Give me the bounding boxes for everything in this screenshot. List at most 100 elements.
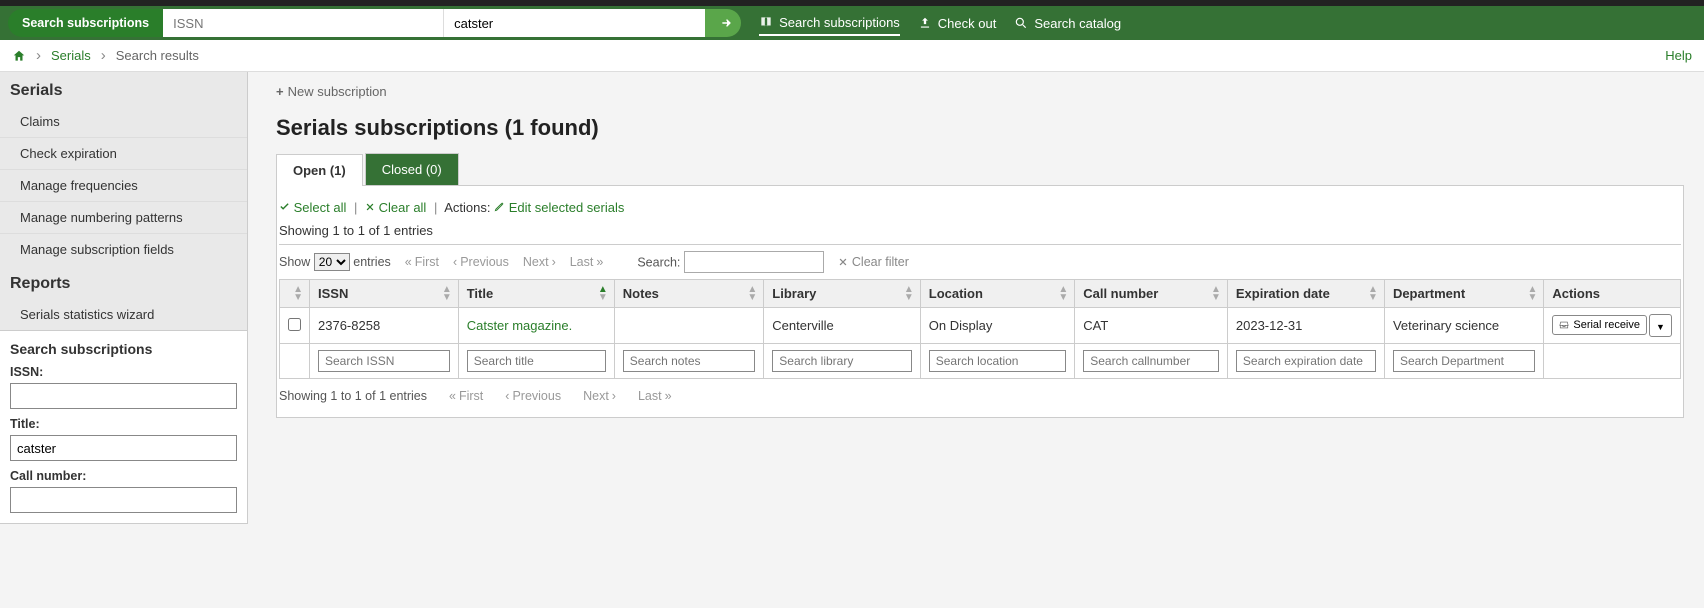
filter-notes[interactable] xyxy=(623,350,756,372)
sidebar-heading-serials: Serials xyxy=(0,72,247,106)
sidebar-item-manage-frequencies[interactable]: Manage frequencies xyxy=(0,169,247,201)
result-tabs: Open (1) Closed (0) xyxy=(276,153,1684,186)
filter-expiration[interactable] xyxy=(1236,350,1376,372)
clear-filter-button[interactable]: Clear filter xyxy=(838,255,909,269)
chevron-right-icon: › xyxy=(101,47,106,64)
filter-library[interactable] xyxy=(772,350,911,372)
filter-location[interactable] xyxy=(929,350,1066,372)
cell-library: Centerville xyxy=(764,308,920,344)
col-call-number[interactable]: Call number▲▼ xyxy=(1075,280,1228,308)
filter-title[interactable] xyxy=(467,350,606,372)
showing-entries-bottom: Showing 1 to 1 of 1 entries xyxy=(279,389,427,403)
prev-page-button-bottom[interactable]: ‹Previous xyxy=(505,389,561,403)
col-actions: Actions xyxy=(1544,280,1681,308)
chevron-right-icon: › xyxy=(36,47,41,64)
tab-closed[interactable]: Closed (0) xyxy=(365,153,459,185)
nav-search-subscriptions[interactable]: Search subscriptions xyxy=(759,11,900,36)
cell-location: On Display xyxy=(920,308,1074,344)
bulk-actions-line: Select all | Clear all | Actions: Edit s… xyxy=(279,196,1681,223)
top-search-bar: Search subscriptions Search subscription… xyxy=(0,6,1704,40)
serial-receive-button[interactable]: Serial receive xyxy=(1552,315,1647,335)
prev-page-button[interactable]: ‹Previous xyxy=(453,255,509,269)
sidebar-callno-input[interactable] xyxy=(10,487,237,513)
caret-down-icon: ▼ xyxy=(1656,322,1665,332)
next-page-button-bottom[interactable]: Next› xyxy=(583,389,616,403)
table-controls-bottom: Showing 1 to 1 of 1 entries «First ‹Prev… xyxy=(279,379,1681,403)
first-page-button-bottom[interactable]: «First xyxy=(449,389,483,403)
table-controls-top: Show 20 entries «First ‹Previous Next› L… xyxy=(279,244,1681,279)
col-issn[interactable]: ISSN▲▼ xyxy=(310,280,459,308)
last-page-button[interactable]: Last» xyxy=(570,255,604,269)
next-page-button[interactable]: Next› xyxy=(523,255,556,269)
filter-department[interactable] xyxy=(1393,350,1535,372)
main-content: + New subscription Serials subscriptions… xyxy=(248,72,1704,524)
cell-issn: 2376-8258 xyxy=(310,308,459,344)
x-icon xyxy=(365,202,375,212)
chevrons-right-icon: » xyxy=(665,389,672,403)
cell-title-link[interactable]: Catster magazine. xyxy=(467,318,573,333)
submit-search-button[interactable] xyxy=(705,9,741,37)
showing-entries-top: Showing 1 to 1 of 1 entries xyxy=(279,223,1681,244)
chevron-left-icon: ‹ xyxy=(505,389,509,403)
title-label: Title: xyxy=(10,417,237,431)
sidebar-item-claims[interactable]: Claims xyxy=(0,106,247,137)
chevron-left-icon: ‹ xyxy=(453,255,457,269)
page-title: Serials subscriptions (1 found) xyxy=(276,115,1684,141)
col-notes[interactable]: Notes▲▼ xyxy=(614,280,764,308)
breadcrumb-home[interactable] xyxy=(12,49,26,63)
nav-search-catalog[interactable]: Search catalog xyxy=(1014,12,1121,35)
upload-icon xyxy=(918,16,932,30)
sidebar: Serials Claims Check expiration Manage f… xyxy=(0,72,248,524)
cell-call-number: CAT xyxy=(1075,308,1228,344)
inbox-icon xyxy=(1559,320,1569,330)
sidebar-item-manage-numbering[interactable]: Manage numbering patterns xyxy=(0,201,247,233)
col-library[interactable]: Library▲▼ xyxy=(764,280,920,308)
sidebar-title-input[interactable] xyxy=(10,435,237,461)
tab-open[interactable]: Open (1) xyxy=(276,154,363,186)
sidebar-search-heading: Search subscriptions xyxy=(10,341,237,357)
filter-issn[interactable] xyxy=(318,350,450,372)
nav-check-out[interactable]: Check out xyxy=(918,12,997,35)
search-icon xyxy=(1014,16,1028,30)
cell-department: Veterinary science xyxy=(1384,308,1543,344)
check-icon xyxy=(279,201,290,212)
title-search-input[interactable] xyxy=(443,9,723,37)
subscription-search-group: Search subscriptions xyxy=(8,9,741,37)
search-mode-label: Search subscriptions xyxy=(8,9,163,37)
clear-all-link[interactable]: Clear all xyxy=(379,200,427,215)
table-row: 2376-8258 Catster magazine. Centerville … xyxy=(280,308,1681,344)
col-location[interactable]: Location▲▼ xyxy=(920,280,1074,308)
plus-icon: + xyxy=(276,84,284,99)
action-dropdown-toggle[interactable]: ▼ xyxy=(1649,314,1672,337)
filter-call-number[interactable] xyxy=(1083,350,1219,372)
issn-search-input[interactable] xyxy=(163,9,443,37)
breadcrumb-serials[interactable]: Serials xyxy=(51,48,91,63)
cell-notes xyxy=(614,308,764,344)
last-page-button-bottom[interactable]: Last» xyxy=(638,389,672,403)
pencil-icon xyxy=(494,201,505,212)
first-page-button[interactable]: «First xyxy=(405,255,439,269)
issn-label: ISSN: xyxy=(10,365,237,379)
sidebar-issn-input[interactable] xyxy=(10,383,237,409)
filter-row xyxy=(280,344,1681,379)
book-icon xyxy=(759,15,773,29)
table-search-input[interactable] xyxy=(684,251,824,273)
row-checkbox[interactable] xyxy=(288,318,301,331)
edit-selected-link[interactable]: Edit selected serials xyxy=(509,200,625,215)
sidebar-item-manage-sub-fields[interactable]: Manage subscription fields xyxy=(0,233,247,265)
col-expiration[interactable]: Expiration date▲▼ xyxy=(1227,280,1384,308)
sidebar-item-check-expiration[interactable]: Check expiration xyxy=(0,137,247,169)
col-department[interactable]: Department▲▼ xyxy=(1384,280,1543,308)
select-all-link[interactable]: Select all xyxy=(294,200,347,215)
chevrons-left-icon: « xyxy=(405,255,412,269)
chevrons-right-icon: » xyxy=(596,255,603,269)
actions-label: Actions: xyxy=(444,200,490,215)
sidebar-item-stats-wizard[interactable]: Serials statistics wizard xyxy=(0,299,247,330)
chevrons-left-icon: « xyxy=(449,389,456,403)
new-subscription-button[interactable]: + New subscription xyxy=(276,84,387,99)
help-link[interactable]: Help xyxy=(1665,48,1692,63)
callno-label: Call number: xyxy=(10,469,237,483)
subscriptions-table: ▲▼ ISSN▲▼ Title▲▼ Notes▲▼ Library▲▼ Loca… xyxy=(279,279,1681,379)
col-title[interactable]: Title▲▼ xyxy=(458,280,614,308)
page-size-select[interactable]: 20 xyxy=(314,253,350,271)
